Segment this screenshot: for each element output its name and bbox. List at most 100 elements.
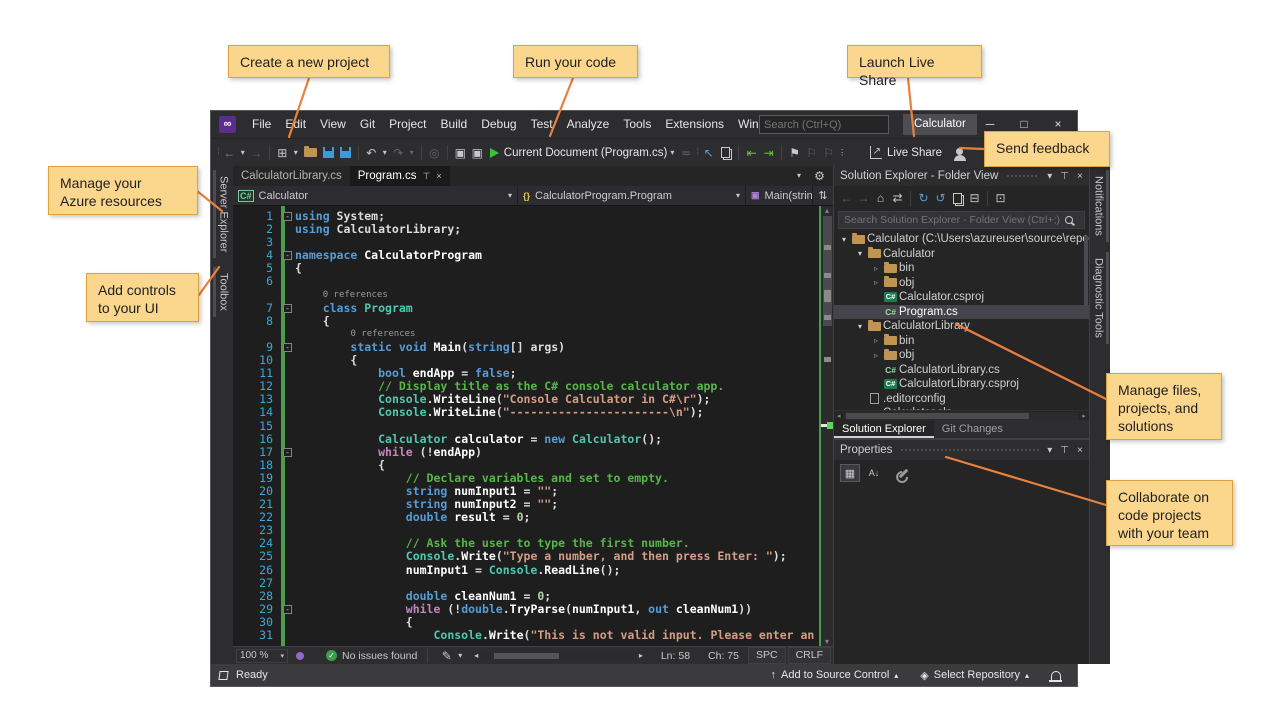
code-line-20[interactable]: 20 string numInput1 = ""; xyxy=(233,485,819,498)
window-position-dropdown-icon[interactable]: ▾ xyxy=(1047,171,1052,182)
se-forward-icon[interactable]: → xyxy=(855,188,872,208)
show-all-files-icon[interactable] xyxy=(953,193,962,204)
scroll-right-icon[interactable]: ▸ xyxy=(636,646,646,666)
toolbar-grip[interactable]: ⁞ xyxy=(217,147,219,158)
code-line-16[interactable]: 16 Calculator calculator = new Calculato… xyxy=(233,433,819,446)
scrollbar-thumb[interactable] xyxy=(823,216,832,326)
scroll-up-icon[interactable]: ▴ xyxy=(821,206,833,215)
collapse-icon[interactable]: ▾ xyxy=(854,322,866,331)
home-icon[interactable]: ⌂ xyxy=(872,188,889,208)
menu-git[interactable]: Git xyxy=(353,117,382,131)
chevron-down-icon[interactable]: ▾ xyxy=(455,646,465,666)
toolbox-tab[interactable]: Toolbox xyxy=(213,267,232,317)
menu-tools[interactable]: Tools xyxy=(616,117,658,131)
undo-dropdown-icon[interactable]: ▾ xyxy=(380,143,390,163)
new-project-dropdown-icon[interactable]: ▾ xyxy=(291,143,301,163)
select-repository-button[interactable]: ◈ Select Repository ▴ xyxy=(912,669,1037,682)
undo-button[interactable]: ↶ xyxy=(363,143,380,163)
tree-item-calculatorlibrary-csproj[interactable]: C#CalculatorLibrary.csproj xyxy=(834,377,1089,392)
split-window-button[interactable]: ⇅ xyxy=(813,186,833,205)
collapse-region-icon[interactable]: - xyxy=(283,448,292,457)
collapse-icon[interactable]: ▾ xyxy=(854,249,866,258)
expand-icon[interactable]: ▹ xyxy=(870,336,882,345)
send-feedback-icon[interactable] xyxy=(956,148,963,155)
code-line-6[interactable]: 6 xyxy=(233,275,819,288)
code-editor-surface[interactable]: 1-using System;2using CalculatorLibrary;… xyxy=(233,206,833,646)
properties-header[interactable]: Properties ▾ ⊤ × xyxy=(834,440,1089,460)
code-line-27[interactable]: 27 xyxy=(233,577,819,590)
next-bookmark-button[interactable]: ⚐ xyxy=(820,143,837,163)
editor-vertical-scrollbar[interactable]: ▴ ▾ xyxy=(819,206,833,646)
close-panel-icon[interactable]: × xyxy=(1077,171,1083,182)
menu-project[interactable]: Project xyxy=(382,117,433,131)
collapse-region-icon[interactable]: - xyxy=(283,304,292,313)
tree-item-calculator-c-users-azureuser-s[interactable]: ▾Calculator (C:\Users\azureuser\source\r… xyxy=(834,232,1089,247)
tree-vertical-scrollbar[interactable] xyxy=(1083,232,1089,410)
menu-file[interactable]: File xyxy=(245,117,278,131)
scroll-down-icon[interactable]: ▾ xyxy=(821,637,833,646)
scroll-right-icon[interactable]: ▸ xyxy=(1079,412,1089,420)
code-line-3[interactable]: 3 xyxy=(233,236,819,249)
type-dropdown[interactable]: {} CalculatorProgram.Program ▾ xyxy=(518,186,746,205)
code-line-23[interactable]: 23 xyxy=(233,524,819,537)
scrollbar-track[interactable] xyxy=(481,652,636,660)
add-to-source-control-button[interactable]: ↑ Add to Source Control ▴ xyxy=(763,669,907,681)
zoom-selector[interactable]: 100 % ▾ xyxy=(236,649,288,663)
categorized-view-icon[interactable]: ▦ xyxy=(840,464,860,482)
code-line-5[interactable]: 5{ xyxy=(233,262,819,275)
drag-handle[interactable] xyxy=(1006,174,1039,178)
menu-analyze[interactable]: Analyze xyxy=(560,117,617,131)
outlining-margin[interactable]: - xyxy=(279,446,295,459)
code-line-30[interactable]: 30 { xyxy=(233,616,819,629)
tree-item-program-cs[interactable]: C#Program.cs xyxy=(834,305,1089,320)
code-line-29[interactable]: 29- while (!double.TryParse(numInput1, o… xyxy=(233,603,819,616)
diagnostic-tools-tab[interactable]: Diagnostic Tools xyxy=(1090,252,1109,344)
pin-tab-icon[interactable]: ⊤ xyxy=(423,166,431,186)
live-share-button[interactable]: Live Share xyxy=(887,147,942,159)
scroll-left-icon[interactable]: ◂ xyxy=(834,412,844,420)
collapse-icon[interactable]: ▾ xyxy=(838,235,850,244)
run-dropdown-icon[interactable]: ▾ xyxy=(667,143,677,163)
notifications-bell-icon[interactable] xyxy=(1051,671,1061,680)
debug-target-pointer-icon[interactable]: ↖ xyxy=(700,143,717,163)
collapse-region-icon[interactable]: - xyxy=(283,212,292,221)
code-line-14[interactable]: 14 Console.WriteLine("------------------… xyxy=(233,406,819,419)
code-line-17[interactable]: 17- while (!endApp) xyxy=(233,446,819,459)
code-line-1[interactable]: 1-using System; xyxy=(233,210,819,223)
expand-icon[interactable]: ▹ xyxy=(870,264,882,273)
code-line-25[interactable]: 25 Console.Write("Type a number, and the… xyxy=(233,550,819,563)
tab-calculatorlibrary-cs[interactable]: CalculatorLibrary.cs xyxy=(233,166,350,186)
code-line-31[interactable]: 31 Console.Write("This is not valid inpu… xyxy=(233,629,819,642)
redo-button[interactable]: ↷ xyxy=(390,143,407,163)
code-line-28[interactable]: 28 double cleanNum1 = 0; xyxy=(233,590,819,603)
tree-item-obj[interactable]: ▹obj xyxy=(834,276,1089,291)
outlining-margin[interactable]: - xyxy=(279,302,295,315)
tab-program-cs[interactable]: Program.cs ⊤ × xyxy=(350,166,450,186)
solution-explorer-tool-tab[interactable]: Solution Explorer xyxy=(834,420,934,438)
outlining-margin[interactable]: - xyxy=(279,249,295,262)
close-tab-icon[interactable]: × xyxy=(436,166,441,186)
line-ending-indicator[interactable]: CRLF xyxy=(788,647,831,664)
menu-extensions[interactable]: Extensions xyxy=(658,117,731,131)
start-debugging-button[interactable]: Current Document (Program.cs) ▾ xyxy=(486,143,678,163)
step-over-button[interactable]: ⇥ xyxy=(760,143,777,163)
scroll-left-icon[interactable]: ◂ xyxy=(471,646,481,666)
code-line-26[interactable]: 26 numInput1 = Console.ReadLine(); xyxy=(233,564,819,577)
window-position-dropdown-icon[interactable]: ▾ xyxy=(1047,445,1052,456)
tree-item-calculatorlibrary-cs[interactable]: C#CalculatorLibrary.cs xyxy=(834,363,1089,378)
code-line-2[interactable]: 2using CalculatorLibrary; xyxy=(233,223,819,236)
notifications-tab[interactable]: Notifications xyxy=(1090,170,1109,242)
attach-icon[interactable]: ≂ xyxy=(677,143,694,163)
health-check-icon[interactable]: ✓ xyxy=(326,650,337,661)
tree-item-editorconfig[interactable]: .editorconfig xyxy=(834,392,1089,407)
save-all-button[interactable] xyxy=(340,147,351,158)
code-cleanup-pen-icon[interactable]: ✎ xyxy=(438,646,455,666)
code-line-4[interactable]: 4-namespace CalculatorProgram xyxy=(233,249,819,262)
code-line-15[interactable]: 15 xyxy=(233,420,819,433)
scrollbar-thumb[interactable] xyxy=(846,413,1030,419)
menu-test[interactable]: Test xyxy=(524,117,560,131)
solution-explorer-search-box[interactable] xyxy=(838,211,1085,229)
search-input[interactable] xyxy=(760,119,910,131)
code-line-10[interactable]: 10 { xyxy=(233,354,819,367)
code-line-13[interactable]: 13 Console.WriteLine("Console Calculator… xyxy=(233,393,819,406)
